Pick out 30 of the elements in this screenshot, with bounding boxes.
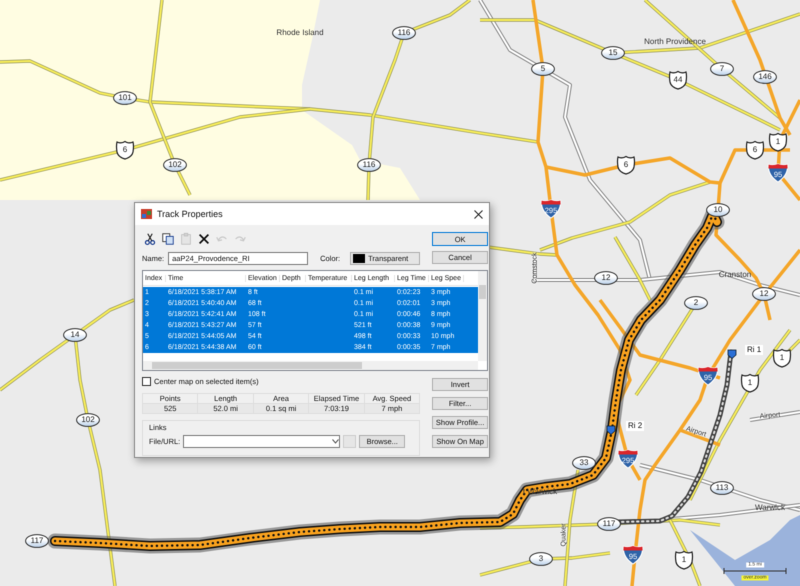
url-field[interactable] [183,434,340,448]
checkbox[interactable] [142,377,151,386]
close-icon[interactable] [474,210,483,218]
scrollbar-thumb[interactable] [152,362,362,369]
waypoint-label: Ri 2 [626,421,644,431]
route-shield: 1 [768,132,788,152]
scrollbar-thumb[interactable] [479,285,486,299]
route-shield: 6 [745,140,765,160]
route-shield: 1 [772,348,792,368]
app-icon [141,209,152,219]
route-shield: 44 [668,70,688,90]
place-label: Rhode Island [276,29,324,37]
copy-button[interactable] [160,232,175,246]
route-shield: 1 [740,373,760,393]
clipboard-icon [178,232,192,246]
place-label: Cranston [718,271,752,279]
delete-icon [196,232,210,246]
scissors-icon [142,232,156,246]
route-shield: 6 [115,140,135,160]
route-shield: 6 [616,155,636,175]
window-title: Track Properties [157,209,224,219]
scale-bar [724,568,786,574]
route-shield: 1 [674,550,694,570]
delete-button[interactable] [196,232,211,246]
scissors-button[interactable] [142,232,157,246]
place-label: Warwick [755,504,785,512]
waypoint-label: Ri 1 [745,345,764,355]
copy-icon [160,232,174,246]
chevron-down-icon [332,438,340,444]
place-label: t Warwick [522,488,558,496]
